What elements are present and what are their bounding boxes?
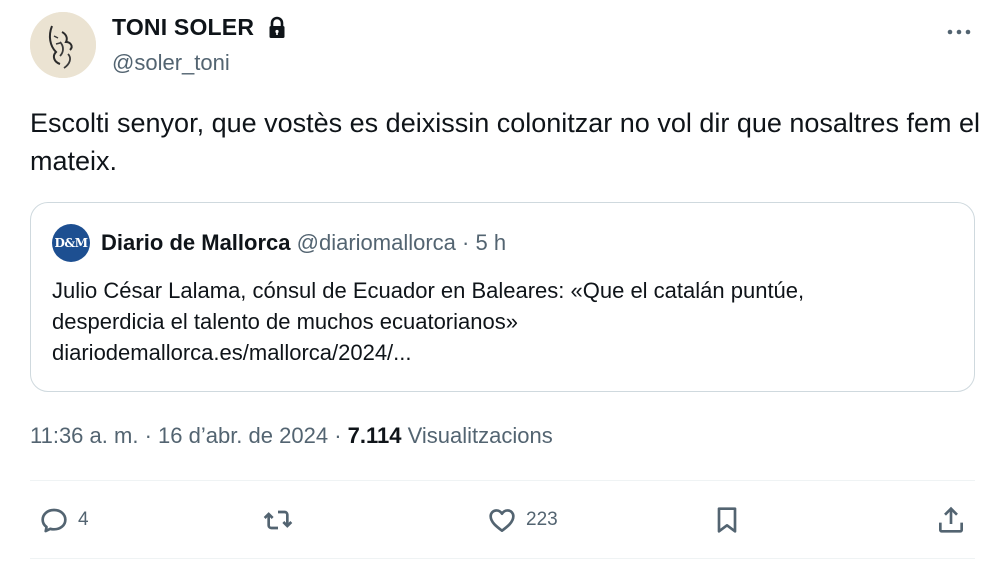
meta-separator-2: ·	[334, 423, 342, 448]
quoted-tweet[interactable]: D&M Diario de Mallorca @diariomallorca ·…	[30, 202, 975, 392]
tweet-date[interactable]: 16 d’abr. de 2024	[158, 423, 328, 448]
views-label: Visualitzacions	[407, 423, 553, 448]
quote-author-handle[interactable]: @diariomallorca	[297, 230, 456, 255]
more-icon[interactable]	[944, 22, 974, 42]
share-button[interactable]	[935, 500, 967, 540]
retweet-button[interactable]	[262, 500, 294, 540]
author-avatar[interactable]	[30, 12, 96, 78]
reply-button[interactable]: 4	[38, 500, 89, 540]
divider-top	[30, 480, 975, 481]
quote-link[interactable]: diariodemallorca.es/mallorca/2024/...	[52, 337, 962, 368]
meta-separator-1: ·	[144, 423, 152, 448]
bookmark-icon	[717, 507, 737, 533]
like-button[interactable]: 223	[486, 500, 558, 540]
quote-time: 5 h	[475, 230, 507, 255]
divider-bottom	[30, 558, 975, 559]
like-icon	[489, 509, 515, 532]
reply-count: 4	[78, 509, 89, 530]
tweet-text: Escolti senyor, que vostès es deixissin …	[30, 108, 980, 176]
share-icon	[939, 506, 963, 533]
author-handle[interactable]: @soler_toni	[112, 50, 230, 76]
views-count: 7.114	[347, 423, 402, 448]
tweet-meta: 11:36 a. m. · 16 d’abr. de 2024 · 7.114 …	[30, 423, 553, 449]
bookmark-button[interactable]	[711, 500, 743, 540]
like-count: 223	[526, 509, 558, 530]
quote-text-line-1: Julio César Lalama, cónsul de Ecuador en…	[52, 278, 805, 303]
retweet-icon	[263, 510, 293, 530]
quote-text-line-2: desperdicia el talento de muchos ecuator…	[52, 309, 518, 334]
quote-separator: ·	[462, 230, 470, 255]
tweet-time[interactable]: 11:36 a. m.	[30, 423, 138, 448]
quote-text: Julio César Lalama, cónsul de Ecuador en…	[52, 275, 962, 368]
quote-author-name[interactable]: Diario de Mallorca	[101, 230, 291, 255]
quote-header: Diario de Mallorca @diariomallorca · 5 h	[101, 230, 506, 256]
quote-avatar[interactable]: D&M	[52, 224, 90, 262]
lock-icon	[269, 16, 285, 38]
author-name[interactable]: TONI SOLER	[112, 14, 254, 41]
reply-icon	[41, 508, 67, 533]
tweet: TONI SOLER @soler_toni Escolti senyor, q…	[0, 0, 1000, 561]
